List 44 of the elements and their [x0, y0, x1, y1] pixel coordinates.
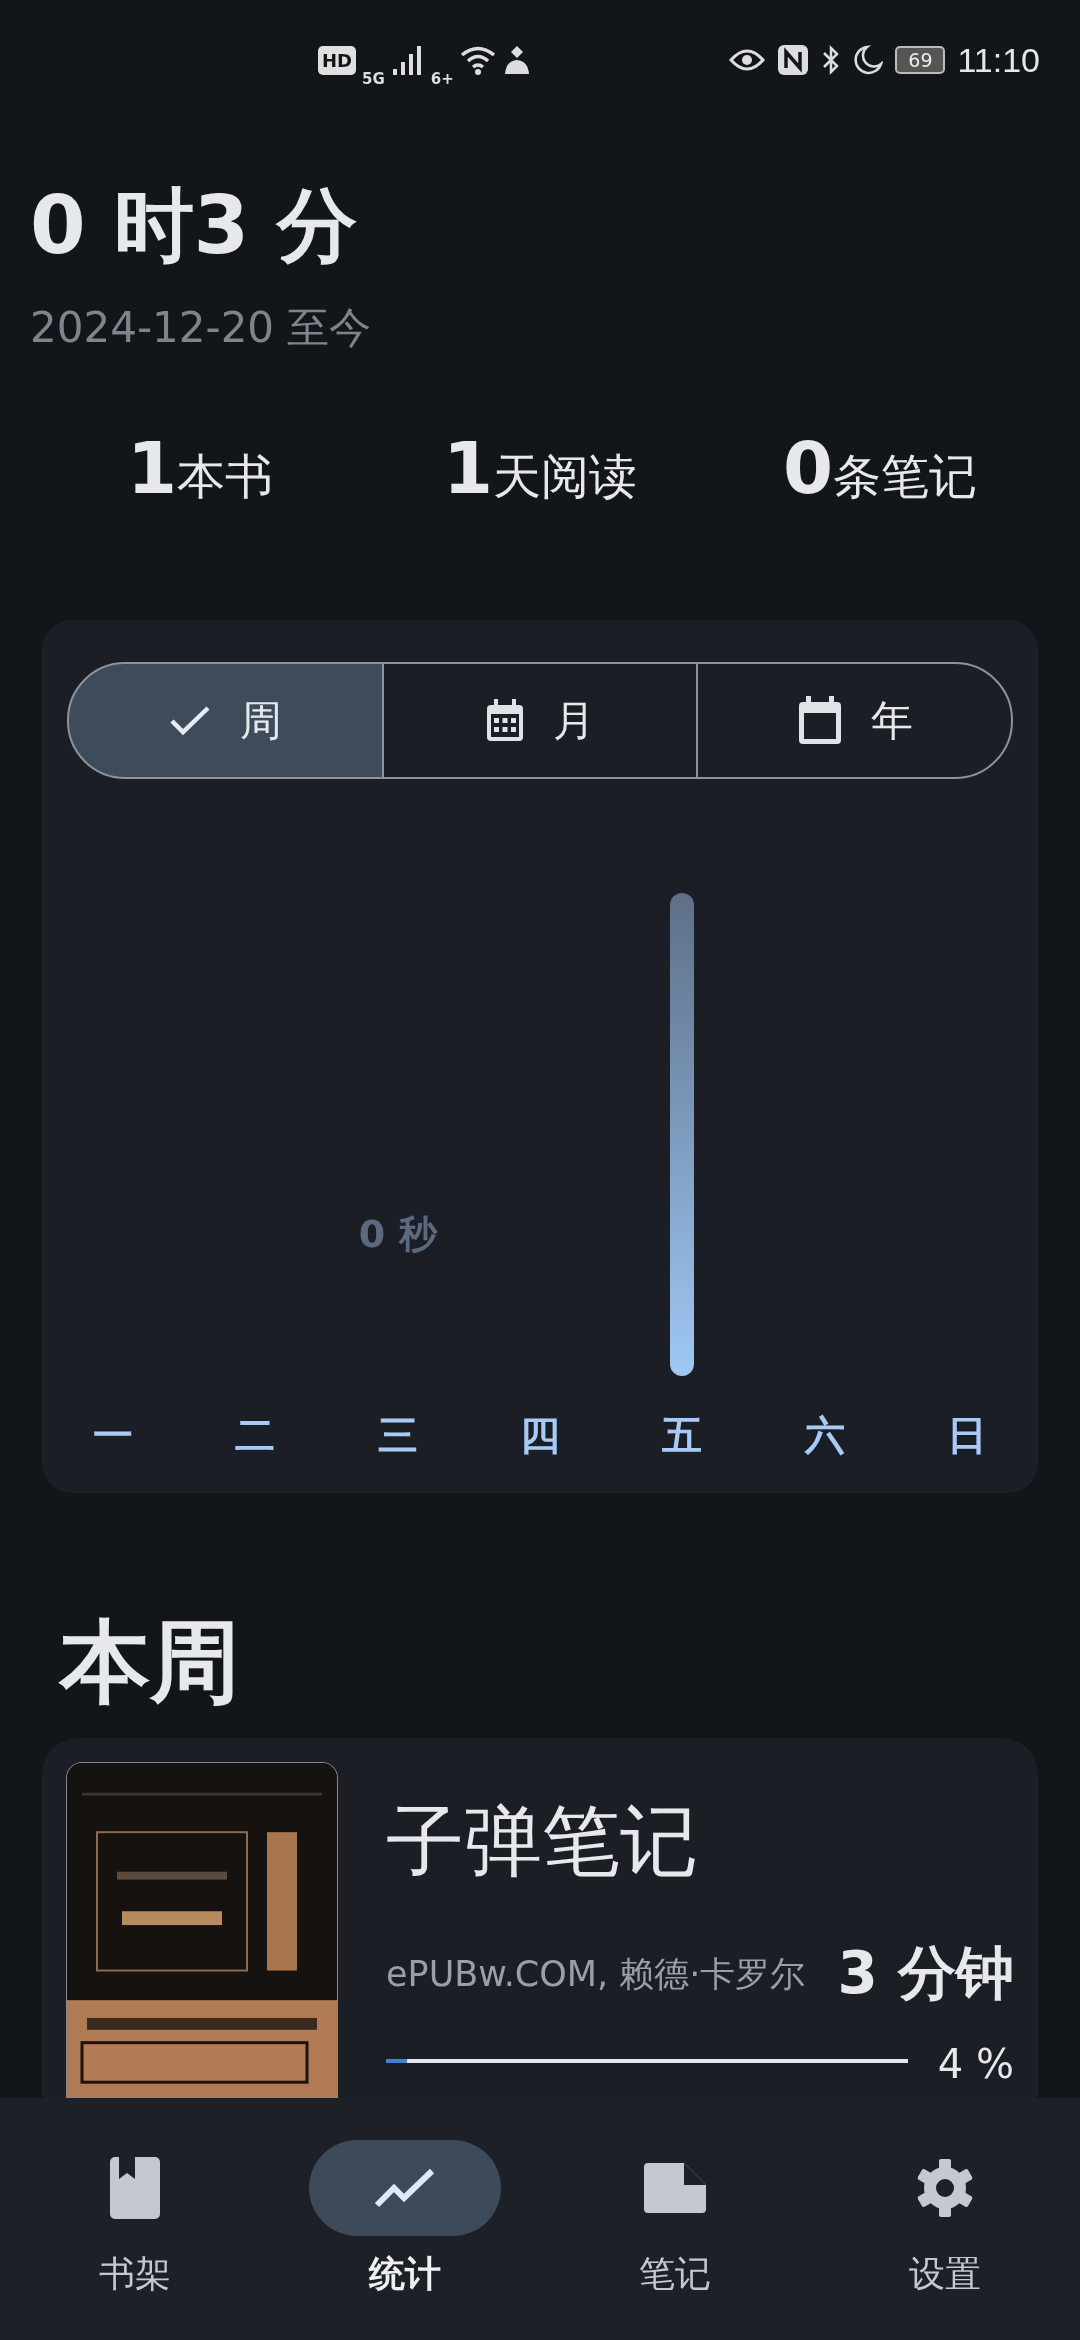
nav-tab[interactable]: 书架: [0, 2140, 270, 2340]
section-title: 本周: [57, 1608, 241, 1716]
calendar-icon: [796, 695, 843, 746]
date-range: 2024-12-20 至今: [30, 302, 373, 354]
network-label: 5G: [362, 70, 385, 88]
eye-icon: [729, 47, 766, 73]
weekday-label: 一: [93, 1411, 134, 1460]
settings-icon: [915, 2158, 975, 2218]
note-icon: [644, 2163, 706, 2213]
weekday-label: 三: [377, 1411, 418, 1460]
nfc-icon: [777, 44, 810, 76]
stat-value: 1: [442, 426, 494, 510]
moon-icon: [853, 45, 884, 75]
book-author: ePUBw.COM, 赖德·卡罗尔: [386, 1952, 806, 1996]
nav-tab[interactable]: 统计: [270, 2140, 540, 2340]
hd-badge: HD: [318, 45, 356, 75]
book-icon: [110, 2157, 160, 2219]
book-card[interactable]: 子弹笔记 ePUBw.COM, 赖德·卡罗尔 3 分钟 4 %: [42, 1738, 1038, 2098]
period-tab[interactable]: 月: [381, 662, 699, 779]
stat-label: 天阅读: [493, 447, 638, 506]
total-reading-time: 0 时3 分: [30, 186, 359, 266]
stat-value: 1: [126, 426, 178, 510]
stat-value: 0: [782, 426, 834, 510]
calendar-icon: [485, 698, 525, 743]
book-title: 子弹笔记: [386, 1795, 699, 1888]
progress-percent: 4 %: [937, 2041, 1014, 2087]
weekday-label: 四: [520, 1411, 560, 1460]
nav-tab[interactable]: 笔记: [540, 2140, 810, 2340]
weekday-label: 日: [946, 1411, 987, 1460]
stat-label: 本书: [177, 448, 274, 506]
wifi-label: 6+: [430, 70, 454, 88]
weekday-label: 二: [235, 1411, 276, 1460]
period-tab[interactable]: 周: [67, 662, 384, 779]
weekday-label: 六: [804, 1411, 845, 1460]
clock-time: 11:10: [957, 40, 1040, 80]
wifi-icon: [459, 45, 496, 75]
battery-icon: 69: [895, 46, 946, 74]
weekday-label: 五: [662, 1411, 703, 1460]
period-tab[interactable]: 年: [696, 662, 1013, 779]
nav-tab[interactable]: 设置: [810, 2140, 1080, 2340]
value-label: 0 秒: [358, 1211, 437, 1258]
stat-label: 条笔记: [833, 447, 978, 506]
reading-time: 3 分钟: [837, 1938, 1014, 2009]
trend-icon: [374, 2168, 436, 2208]
